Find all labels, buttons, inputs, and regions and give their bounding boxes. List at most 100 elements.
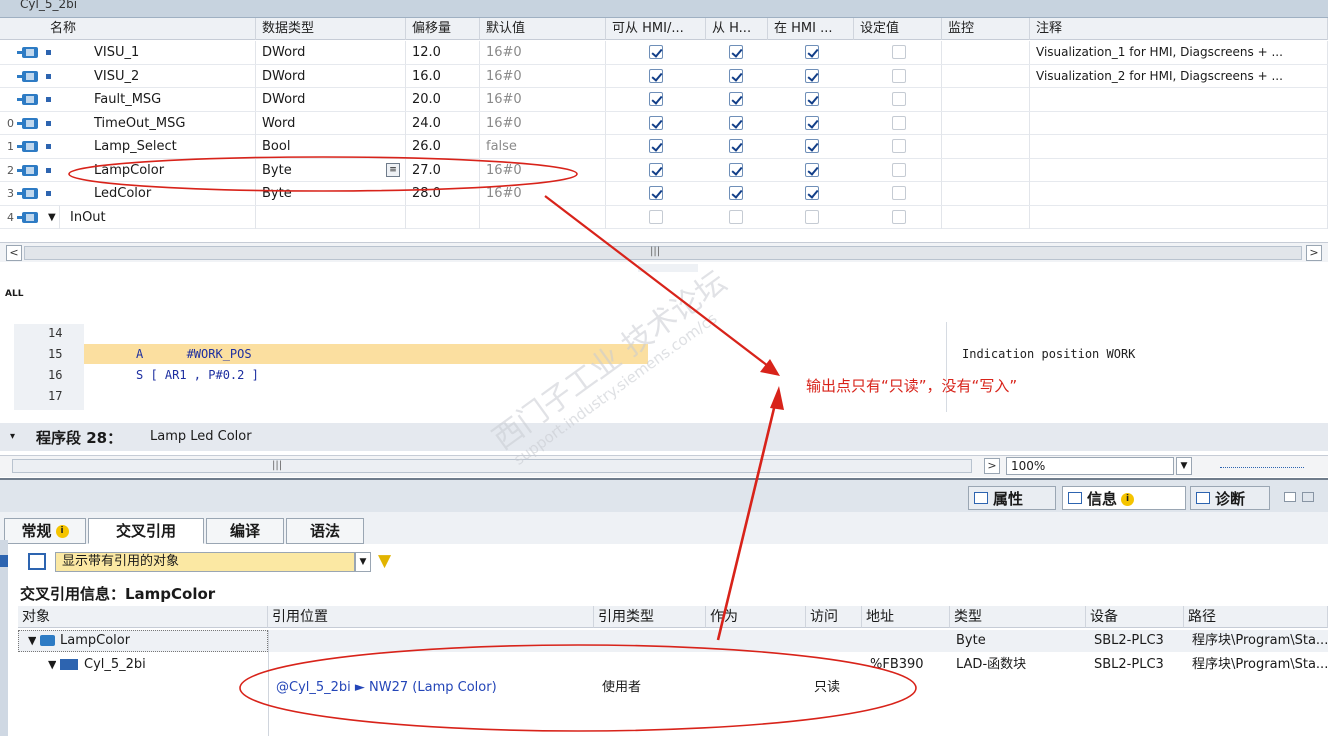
var-comment[interactable] [1030,135,1328,158]
xcol-access[interactable]: 访问 [806,606,862,628]
var-default[interactable]: 16#0 [480,41,606,64]
scroll-right-icon[interactable]: > [1306,245,1322,261]
var-type[interactable]: DWord [256,64,406,88]
col-setpoint[interactable]: 设定值 [854,18,942,40]
var-name[interactable]: InOut [64,205,256,229]
table-row[interactable]: 1 Lamp_Select Bool 26.0 false [0,135,1328,159]
var-name[interactable]: Lamp_Select [88,135,256,158]
expand-icon[interactable]: ▼ [48,205,60,229]
xcol-location[interactable]: 引用位置 [268,606,594,628]
var-type[interactable]: Word [256,111,406,135]
var-default[interactable]: 16#0 [480,64,606,88]
table-row[interactable]: 2 LampColor Byte 27.0 16#0 ≡ [0,158,1328,182]
hmi2-checkbox[interactable] [729,68,743,83]
var-type[interactable] [256,205,406,229]
var-name[interactable]: LedColor [88,182,256,205]
xcol-address[interactable]: 地址 [862,606,950,628]
col-hmi-visible[interactable]: 在 HMI ... [768,18,854,40]
hmi1-checkbox[interactable] [649,186,663,200]
col-comment[interactable]: 注释 [1030,18,1328,40]
xref-object[interactable]: LampColor [56,630,130,652]
hmi2-checkbox[interactable] [729,186,743,200]
code-line[interactable]: S [ AR1 , P#0.2 ] [136,368,259,382]
hmi2-checkbox[interactable] [729,139,743,153]
tab-diagnostics[interactable]: 诊断 [1190,486,1270,510]
col-monitor[interactable]: 监控 [942,18,1030,40]
hmi3-checkbox[interactable] [805,45,819,59]
collapse-all-icon[interactable] [28,553,46,570]
network-header[interactable]: ▾ 程序段 28： Lamp Led Color [0,423,1328,451]
hmi1-checkbox[interactable] [649,68,663,83]
table-row[interactable]: VISU_1 DWord 12.0 16#0 Visualization_1 for H… [0,41,1328,65]
var-name[interactable]: TimeOut_MSG [88,111,256,135]
var-name[interactable]: VISU_1 [88,41,256,64]
var-comment[interactable]: Visualization_2 for HMI, Diagscreens + .… [1030,64,1328,88]
table-row[interactable]: VISU_2 DWord 16.0 16#0 Visualization_2 for H… [0,64,1328,88]
hmi3-checkbox[interactable] [805,68,819,83]
xcol-device[interactable]: 设备 [1086,606,1184,628]
hmi2-checkbox[interactable] [729,115,743,130]
code-line[interactable]: A #WORK_POS [136,347,252,361]
var-type[interactable]: DWord [256,88,406,111]
zoom-slider[interactable] [1220,464,1304,468]
xcol-as[interactable]: 作为 [706,606,806,628]
hmi2-checkbox[interactable] [729,209,743,224]
hmi1-checkbox[interactable] [649,139,663,153]
hmi2-checkbox[interactable] [729,92,743,106]
xref-location-link[interactable]: @Cyl_5_2bi ► NW27 (Lamp Color) [272,677,497,699]
filter-dropdown-icon[interactable]: ▼ [355,552,371,572]
hmi1-checkbox[interactable] [649,162,663,177]
xcol-type[interactable]: 类型 [950,606,1086,628]
all-label[interactable]: ALL [5,289,23,299]
table-row[interactable]: Fault_MSG DWord 20.0 16#0 [0,88,1328,112]
hmi3-checkbox[interactable] [805,92,819,106]
var-type[interactable]: DWord [256,41,406,64]
col-hmi-write[interactable]: 从 H... [706,18,768,40]
var-default[interactable]: 16#0 [480,111,606,135]
expand-icon[interactable]: ▼ [44,654,56,676]
col-type[interactable]: 数据类型 [256,18,406,40]
hmi3-checkbox[interactable] [805,162,819,177]
hmi3-checkbox[interactable] [805,115,819,130]
nav-right-icon[interactable]: > [984,458,1000,474]
hmi3-checkbox[interactable] [805,186,819,200]
scroll-left-icon[interactable]: < [6,245,22,261]
var-default[interactable]: 16#0 [480,88,606,111]
tab-info[interactable]: 信息 i [1062,486,1186,510]
collapse-icon[interactable]: ▾ [10,431,15,442]
tab-properties[interactable]: 属性 [968,486,1056,510]
col-name[interactable]: 名称 [44,18,256,40]
var-type[interactable]: Byte [256,158,406,182]
var-comment[interactable] [1030,111,1328,135]
hmi3-checkbox[interactable] [805,209,819,224]
table-row[interactable]: 0 TimeOut_MSG Word 24.0 16#0 [0,111,1328,135]
hmi1-checkbox[interactable] [649,209,663,224]
type-list-icon[interactable]: ≡ [386,162,400,177]
var-type[interactable]: Bool [256,135,406,158]
hmi2-checkbox[interactable] [729,45,743,59]
restore-icon[interactable] [1284,492,1296,502]
table-row[interactable]: 4 ▼ InOut [0,205,1328,229]
xcol-object[interactable]: 对象 [18,606,268,628]
var-comment[interactable] [1030,88,1328,111]
var-comment[interactable] [1030,182,1328,205]
var-default[interactable]: 16#0 [480,182,606,205]
zoom-dropdown-icon[interactable]: ▼ [1176,457,1192,475]
table-row[interactable]: 3 LedColor Byte 28.0 16#0 [0,182,1328,206]
hmi1-checkbox[interactable] [649,45,663,59]
funnel-filter-icon[interactable]: ▼ [378,552,391,570]
scroll-thumb[interactable] [12,459,972,473]
var-default[interactable] [480,205,606,229]
var-name[interactable]: LampColor [88,158,256,182]
expand-icon[interactable] [0,555,8,567]
xcol-reftype[interactable]: 引用类型 [594,606,706,628]
hmi1-checkbox[interactable] [649,115,663,130]
subtab-syntax[interactable]: 语法 [286,518,364,544]
xref-object[interactable]: Cyl_5_2bi [80,654,146,676]
col-default[interactable]: 默认值 [480,18,606,40]
expand-icon[interactable]: ▼ [24,630,36,652]
col-hmi-access[interactable]: 可从 HMI/... [606,18,706,40]
layout-icon[interactable] [1302,492,1314,502]
col-offset[interactable]: 偏移量 [406,18,480,40]
subtab-general[interactable]: 常规 i [4,518,86,544]
